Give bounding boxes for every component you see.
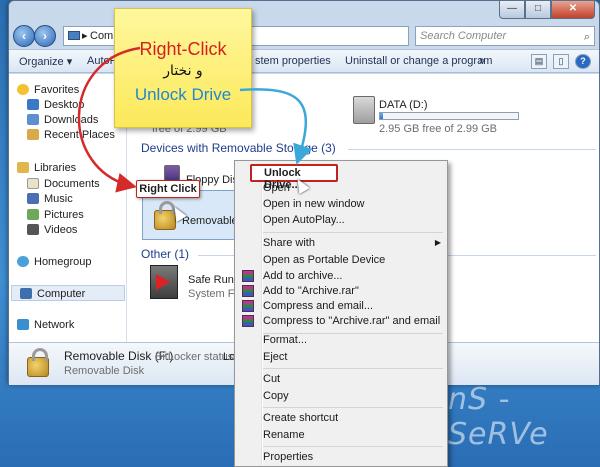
libraries-icon <box>17 162 29 173</box>
removable-storage-header[interactable]: Devices with Removable Storage (3) <box>141 141 336 155</box>
winrar-icon <box>242 300 254 312</box>
computer-icon <box>20 288 32 299</box>
nav-pictures[interactable]: Pictures <box>27 207 84 223</box>
menu-separator <box>263 407 443 408</box>
view-controls: ▤ ▯ ? <box>531 54 591 69</box>
menu-compress-email[interactable]: Compress and email... <box>263 298 373 314</box>
address-separator: ▸ <box>82 30 88 42</box>
more-commands-button[interactable]: » <box>479 55 485 67</box>
menu-format[interactable]: Format... <box>263 332 307 348</box>
nav-music[interactable]: Music <box>27 191 73 207</box>
nav-videos[interactable]: Videos <box>27 222 77 238</box>
right-click-callout: Right Click <box>136 180 200 198</box>
menu-add-archive[interactable]: Add to archive... <box>263 268 343 284</box>
data-drive-free: 2.95 GB free of 2.99 GB <box>379 123 498 135</box>
note-arabic-text: و نختار <box>163 63 203 79</box>
menu-compress-rar-email[interactable]: Compress to "Archive.rar" and email <box>263 313 440 329</box>
menu-copy[interactable]: Copy <box>263 388 289 404</box>
menu-open-new-window[interactable]: Open in new window <box>263 196 365 212</box>
window-controls: — □ ✕ <box>499 1 595 19</box>
desktop-watermark: nS - SeRVe <box>448 382 549 452</box>
menu-separator <box>263 446 443 447</box>
address-row: ‹ › ▸ Comp Search Computer ⌕ <box>9 21 599 49</box>
search-input[interactable]: Search Computer ⌕ <box>415 26 595 46</box>
menu-add-archive-rar[interactable]: Add to "Archive.rar" <box>263 283 359 299</box>
preview-pane-icon[interactable]: ▯ <box>553 54 569 69</box>
menu-share-with[interactable]: Share with ▶ <box>263 235 441 251</box>
pictures-icon <box>27 209 39 220</box>
videos-icon <box>27 224 39 235</box>
close-button[interactable]: ✕ <box>551 1 595 19</box>
menu-rename[interactable]: Rename <box>263 427 305 443</box>
homegroup-icon <box>17 256 29 267</box>
command-bar: Organize ▾ AutoP stem properties Uninsta… <box>9 49 599 73</box>
downloads-icon <box>27 114 39 125</box>
maximize-button[interactable]: □ <box>525 1 551 19</box>
view-options-icon[interactable]: ▤ <box>531 54 547 69</box>
uninstall-program-button[interactable]: Uninstall or change a program <box>345 55 492 67</box>
data-drive-name[interactable]: DATA (D:) <box>379 99 427 111</box>
nav-favorites[interactable]: Favorites <box>17 82 79 98</box>
recent-places-icon <box>27 129 39 140</box>
nav-downloads[interactable]: Downloads <box>27 112 98 128</box>
note-unlock-drive: Unlock Drive <box>134 85 232 104</box>
nav-recent-places[interactable]: Recent Places <box>27 127 115 143</box>
nav-computer[interactable]: Computer <box>11 285 125 301</box>
minimize-button[interactable]: — <box>499 1 525 19</box>
autoplay-button[interactable]: AutoP <box>87 55 117 67</box>
winrar-icon <box>242 315 254 327</box>
system-properties-button[interactable]: stem properties <box>255 55 331 67</box>
organize-button[interactable]: Organize ▾ <box>19 55 72 68</box>
menu-open-portable[interactable]: Open as Portable Device <box>263 252 385 268</box>
data-drive-usage-bar <box>379 112 519 120</box>
nav-documents[interactable]: Documents <box>27 176 100 192</box>
navigation-pane: Favorites Desktop Downloads Recent Place… <box>9 74 127 342</box>
back-button[interactable]: ‹ <box>13 25 35 47</box>
winrar-icon <box>242 285 254 297</box>
documents-icon <box>27 178 39 189</box>
menu-separator <box>263 368 443 369</box>
menu-create-shortcut[interactable]: Create shortcut <box>263 410 338 426</box>
menu-eject[interactable]: Eject <box>263 349 287 365</box>
menu-open[interactable]: Open <box>263 180 290 196</box>
computer-icon <box>68 31 80 40</box>
nav-network[interactable]: Network <box>17 317 74 333</box>
help-icon[interactable]: ? <box>575 54 591 69</box>
nav-desktop[interactable]: Desktop <box>27 97 84 113</box>
lock-icon <box>27 348 49 377</box>
search-placeholder: Search Computer <box>420 30 507 42</box>
context-menu: Unlock Drive... Open Open in new window … <box>234 160 448 467</box>
data-drive-usage-fill <box>380 113 383 119</box>
search-icon: ⌕ <box>583 31 590 43</box>
details-type: Removable Disk <box>64 365 145 377</box>
instruction-note: Right-Click و نختار Unlock Drive <box>114 8 252 128</box>
other-header[interactable]: Other (1) <box>141 247 189 261</box>
menu-open-autoplay[interactable]: Open AutoPlay... <box>263 212 345 228</box>
menu-properties[interactable]: Properties <box>263 449 313 465</box>
menu-separator <box>263 232 443 233</box>
desktop-icon <box>27 99 39 110</box>
star-icon <box>17 84 29 95</box>
play-icon <box>156 274 170 290</box>
note-right-click: Right-Click <box>139 39 227 59</box>
floppy-icon <box>164 165 180 181</box>
data-drive-icon <box>353 96 375 124</box>
network-icon <box>17 319 29 330</box>
music-icon <box>27 193 39 204</box>
menu-cut[interactable]: Cut <box>263 371 280 387</box>
winrar-icon <box>242 270 254 282</box>
submenu-arrow-icon: ▶ <box>434 238 441 247</box>
section-divider <box>348 149 596 150</box>
forward-button[interactable]: › <box>34 25 56 47</box>
nav-homegroup[interactable]: Homegroup <box>17 254 91 270</box>
nav-libraries[interactable]: Libraries <box>17 160 76 176</box>
